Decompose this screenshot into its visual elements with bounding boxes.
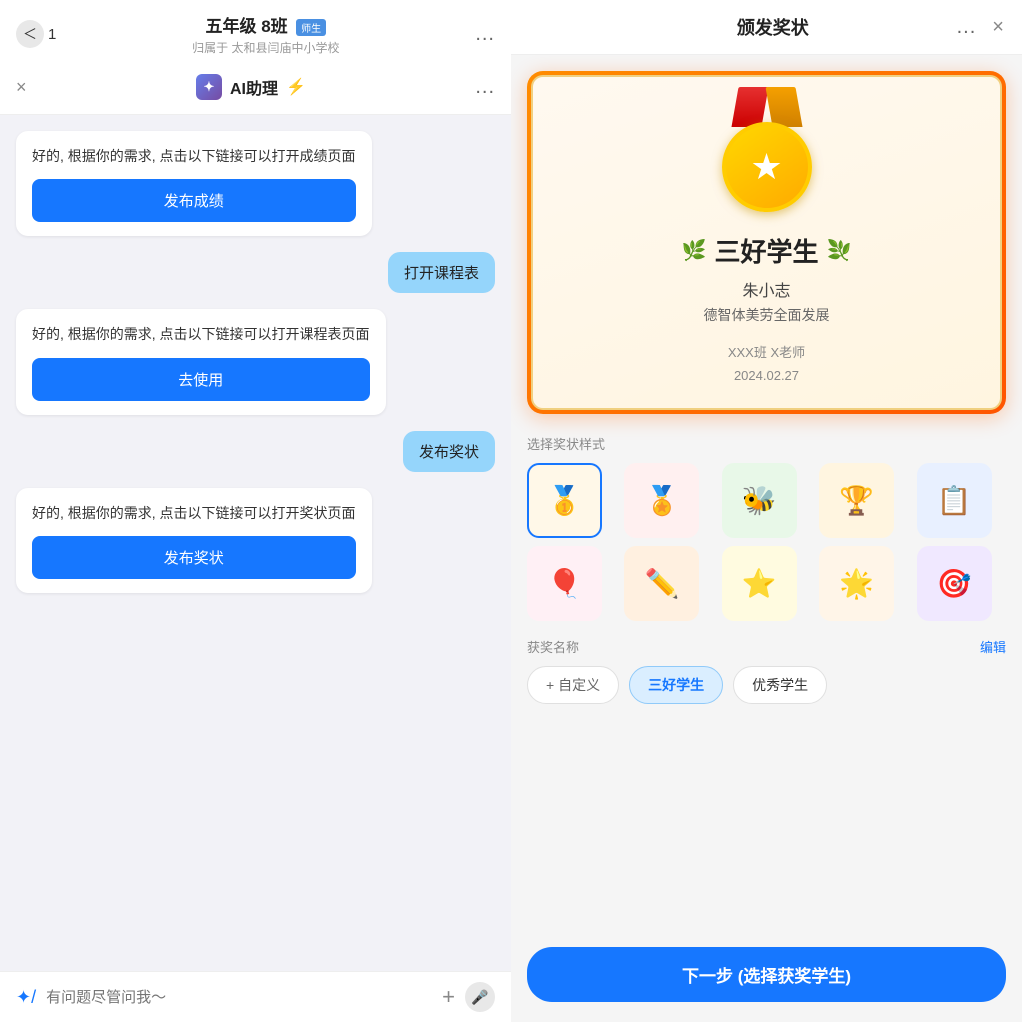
- right-panel: 颁发奖状 ... × ★ 🌿: [511, 0, 1022, 1022]
- certificate-inner: ★ 🌿 三好学生 🌿 朱小志 德智体美劳全面发展 XXX班 X老师 2024.0…: [531, 75, 1002, 410]
- ai-input-icon: ✦/: [16, 987, 36, 1008]
- school-subtitle: 归属于 太和县闫庙中小学校: [192, 39, 339, 56]
- medal-star: ★: [750, 146, 782, 188]
- style-item-3-inner: 🐝: [724, 465, 795, 536]
- medal-container: ★: [722, 97, 812, 212]
- bottom-area: 下一步 (选择获奖学生): [511, 931, 1022, 1022]
- style-item-4[interactable]: 🏆: [819, 463, 894, 538]
- medal-circle: ★: [722, 122, 812, 212]
- certificate-display: ★ 🌿 三好学生 🌿 朱小志 德智体美劳全面发展 XXX班 X老师 2024.0…: [527, 71, 1006, 414]
- back-count: 1: [48, 26, 56, 43]
- ai-close-button[interactable]: ×: [16, 77, 27, 98]
- style-item-6[interactable]: 🎈: [527, 546, 602, 621]
- topbar-more-button[interactable]: ...: [475, 23, 495, 46]
- left-panel: ＜ 1 五年级 8班 师生 归属于 太和县闫庙中小学校 ... × ✦ AI助理…: [0, 0, 511, 1022]
- award-name-section: 获奖名称 编辑 + 自定义 三好学生 优秀学生: [527, 637, 1006, 704]
- bot-message-3: 好的, 根据你的需求, 点击以下链接可以打开奖状页面 发布奖状: [16, 488, 372, 593]
- laurel-right-icon: 🌿: [827, 238, 852, 263]
- bot-message-1: 好的, 根据你的需求, 点击以下链接可以打开成绩页面 发布成绩: [16, 131, 372, 236]
- back-circle: ＜: [16, 20, 44, 48]
- custom-tag[interactable]: + 自定义: [527, 666, 619, 704]
- award-tags: + 自定义 三好学生 优秀学生: [527, 666, 1006, 704]
- go-use-button[interactable]: 去使用: [32, 358, 370, 401]
- style-item-10[interactable]: 🎯: [917, 546, 992, 621]
- mic-button[interactable]: 🎤: [465, 982, 495, 1012]
- style-item-1-inner: 🥇: [529, 465, 600, 536]
- laurel-left-icon: 🌿: [682, 238, 707, 263]
- ai-title: ✦ AI助理 ⚡: [196, 74, 306, 100]
- user-message-1: 打开课程表: [388, 252, 495, 293]
- style-section-label: 选择奖状样式: [527, 434, 1006, 453]
- style-item-4-inner: 🏆: [821, 465, 892, 536]
- ribbon-left: [731, 87, 768, 127]
- ai-title-text: AI助理: [230, 75, 278, 99]
- chat-input-area: ✦/ + 🎤: [0, 971, 511, 1022]
- right-more-button[interactable]: ...: [957, 16, 977, 39]
- right-close-button[interactable]: ×: [992, 16, 1004, 39]
- style-item-1[interactable]: 🥇: [527, 463, 602, 538]
- style-item-5[interactable]: 📋: [917, 463, 992, 538]
- user-message-2: 发布奖状: [403, 431, 495, 472]
- style-grid: 🥇 🏅 🐝 🏆 📋 🎈 ✏️ ⭐ �: [527, 463, 1006, 621]
- cert-student-name: 朱小志: [553, 277, 980, 301]
- cert-award-name: 三好学生: [714, 232, 818, 269]
- right-content: ★ 🌿 三好学生 🌿 朱小志 德智体美劳全面发展 XXX班 X老师 2024.0…: [511, 55, 1022, 931]
- ai-more-button[interactable]: ...: [475, 76, 495, 99]
- cert-class-teacher: XXX班 X老师: [553, 341, 980, 364]
- right-title: 颁发奖状: [737, 14, 809, 40]
- style-item-9[interactable]: 🌟: [819, 546, 894, 621]
- ai-header: × ✦ AI助理 ⚡ ...: [0, 60, 511, 115]
- right-header: 颁发奖状 ... ×: [511, 0, 1022, 55]
- style-item-5-inner: 📋: [919, 465, 990, 536]
- cert-footer: XXX班 X老师 2024.02.27: [553, 341, 980, 388]
- plus-button[interactable]: +: [442, 984, 455, 1010]
- style-item-3[interactable]: 🐝: [722, 463, 797, 538]
- edit-link[interactable]: 编辑: [980, 637, 1006, 656]
- back-button[interactable]: ＜ 1: [16, 20, 56, 48]
- bot-message-3-text: 好的, 根据你的需求, 点击以下链接可以打开奖状页面: [32, 502, 356, 524]
- right-header-actions: ... ×: [957, 16, 1004, 39]
- style-item-2[interactable]: 🏅: [624, 463, 699, 538]
- top-bar: ＜ 1 五年级 8班 师生 归属于 太和县闫庙中小学校 ...: [0, 0, 511, 69]
- style-item-9-inner: 🌟: [821, 548, 892, 619]
- style-item-6-inner: 🎈: [529, 548, 600, 619]
- bot-message-1-text: 好的, 根据你的需求, 点击以下链接可以打开成绩页面: [32, 145, 356, 167]
- style-item-7[interactable]: ✏️: [624, 546, 699, 621]
- award-name-header: 获奖名称 编辑: [527, 637, 1006, 656]
- ai-title-suffix: ⚡: [286, 77, 306, 97]
- next-step-button[interactable]: 下一步 (选择获奖学生): [527, 947, 1006, 1002]
- cert-date: 2024.02.27: [553, 364, 980, 387]
- chat-input[interactable]: [46, 989, 432, 1006]
- style-item-10-inner: 🎯: [919, 548, 990, 619]
- bot-message-2-text: 好的, 根据你的需求, 点击以下链接可以打开课程表页面: [32, 323, 370, 345]
- bot-message-2: 好的, 根据你的需求, 点击以下链接可以打开课程表页面 去使用: [16, 309, 386, 414]
- teacher-badge: 师生: [296, 19, 326, 36]
- ai-assistant-overlay: × ✦ AI助理 ⚡ ... 好的, 根据你的需求, 点击以下链接可以打开成绩页…: [0, 60, 511, 1022]
- style-item-8-inner: ⭐: [724, 548, 795, 619]
- award-tag-youxiu[interactable]: 优秀学生: [733, 666, 827, 704]
- style-item-2-inner: 🏅: [626, 465, 697, 536]
- award-names-label: 获奖名称: [527, 637, 579, 656]
- cert-description: 德智体美劳全面发展: [553, 305, 980, 325]
- style-item-7-inner: ✏️: [626, 548, 697, 619]
- style-item-8[interactable]: ⭐: [722, 546, 797, 621]
- award-name-row: 🌿 三好学生 🌿: [553, 232, 980, 269]
- award-tag-sanhao[interactable]: 三好学生: [629, 666, 723, 704]
- chat-area: 好的, 根据你的需求, 点击以下链接可以打开成绩页面 发布成绩 打开课程表 好的…: [0, 115, 511, 971]
- class-info: 五年级 8班 师生 归属于 太和县闫庙中小学校: [192, 12, 339, 56]
- class-title: 五年级 8班: [206, 17, 288, 36]
- ai-icon: ✦: [196, 74, 222, 100]
- ribbon-right: [765, 87, 802, 127]
- publish-grades-button[interactable]: 发布成绩: [32, 179, 356, 222]
- publish-award-button[interactable]: 发布奖状: [32, 536, 356, 579]
